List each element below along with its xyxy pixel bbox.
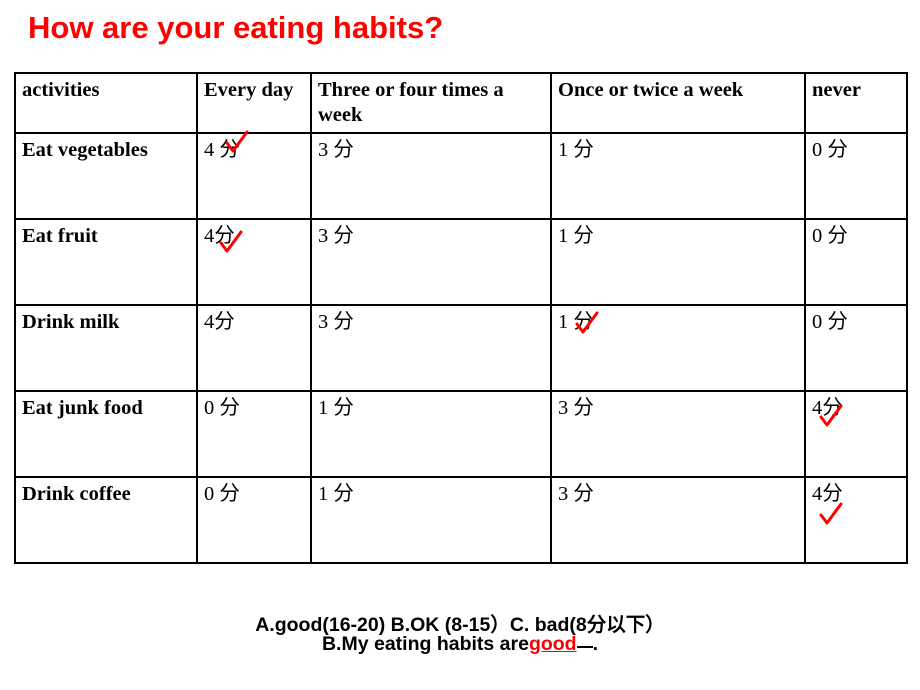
check-icon <box>818 502 844 528</box>
score-text: 4分 <box>812 483 843 505</box>
cell-junk-every-day: 0 分 <box>196 390 312 478</box>
answer-blank <box>576 646 593 648</box>
table-header-row: activities Every day Three or four times… <box>14 72 908 134</box>
cell-milk-never: 0 分 <box>804 304 908 392</box>
cell-milk-every-day: 4分 <box>196 304 312 392</box>
conclusion-suffix: . <box>592 633 599 655</box>
row-label-eat-junk-food: Eat junk food <box>14 390 198 478</box>
column-header-never: never <box>804 72 908 134</box>
cell-fruit-three-or-four: 3 分 <box>310 218 552 306</box>
cell-junk-never: 4分 <box>804 390 908 478</box>
table-row: Eat fruit 4分 3 分 1 分 0 分 <box>14 218 908 306</box>
conclusion-answer: good <box>528 633 577 655</box>
score-text: 4 分 <box>204 139 240 161</box>
column-header-activities: activities <box>14 72 198 134</box>
cell-fruit-every-day: 4分 <box>196 218 312 306</box>
cell-vegetables-never: 0 分 <box>804 132 908 220</box>
cell-junk-once-or-twice: 3 分 <box>550 390 806 478</box>
page-title: How are your eating habits? <box>28 10 444 45</box>
score-text: 4分 <box>812 397 843 419</box>
column-header-once-or-twice-a-week: Once or twice a week <box>550 72 806 134</box>
row-label-drink-coffee: Drink coffee <box>14 476 198 564</box>
cell-junk-three-or-four: 1 分 <box>310 390 552 478</box>
score-text: 4分 <box>204 225 235 247</box>
conclusion-prefix: B.My eating habits are <box>321 633 529 655</box>
eating-habits-table: activities Every day Three or four times… <box>14 72 908 564</box>
cell-vegetables-every-day: 4 分 <box>196 130 312 220</box>
slide: How are your eating habits? activities E… <box>0 0 920 690</box>
cell-coffee-never: 4分 <box>804 476 908 564</box>
conclusion-line: B.My eating habits aregood. <box>0 633 920 656</box>
row-label-eat-vegetables: Eat vegetables <box>14 132 198 220</box>
cell-fruit-never: 0 分 <box>804 218 908 306</box>
column-header-three-or-four-times-a-week: Three or four times a week <box>310 72 552 134</box>
table-row: Drink milk 4分 3 分 1 分 0 分 <box>14 304 908 392</box>
score-text: 1 分 <box>558 311 594 333</box>
row-label-eat-fruit: Eat fruit <box>14 218 198 306</box>
cell-milk-three-or-four: 3 分 <box>310 304 552 392</box>
cell-vegetables-once-or-twice: 1 分 <box>550 132 806 220</box>
cell-coffee-three-or-four: 1 分 <box>310 476 552 564</box>
table-row: Eat vegetables 4 分 3 分 1 分 0 分 <box>14 130 908 220</box>
cell-vegetables-three-or-four: 3 分 <box>310 132 552 220</box>
cell-fruit-once-or-twice: 1 分 <box>550 218 806 306</box>
row-label-drink-milk: Drink milk <box>14 304 198 392</box>
cell-milk-once-or-twice: 1 分 <box>550 304 806 392</box>
column-header-every-day: Every day <box>196 72 312 134</box>
cell-coffee-once-or-twice: 3 分 <box>550 476 806 564</box>
cell-coffee-every-day: 0 分 <box>196 476 312 564</box>
table-row: Drink coffee 0 分 1 分 3 分 4分 <box>14 476 908 564</box>
table-row: Eat junk food 0 分 1 分 3 分 4分 <box>14 390 908 478</box>
